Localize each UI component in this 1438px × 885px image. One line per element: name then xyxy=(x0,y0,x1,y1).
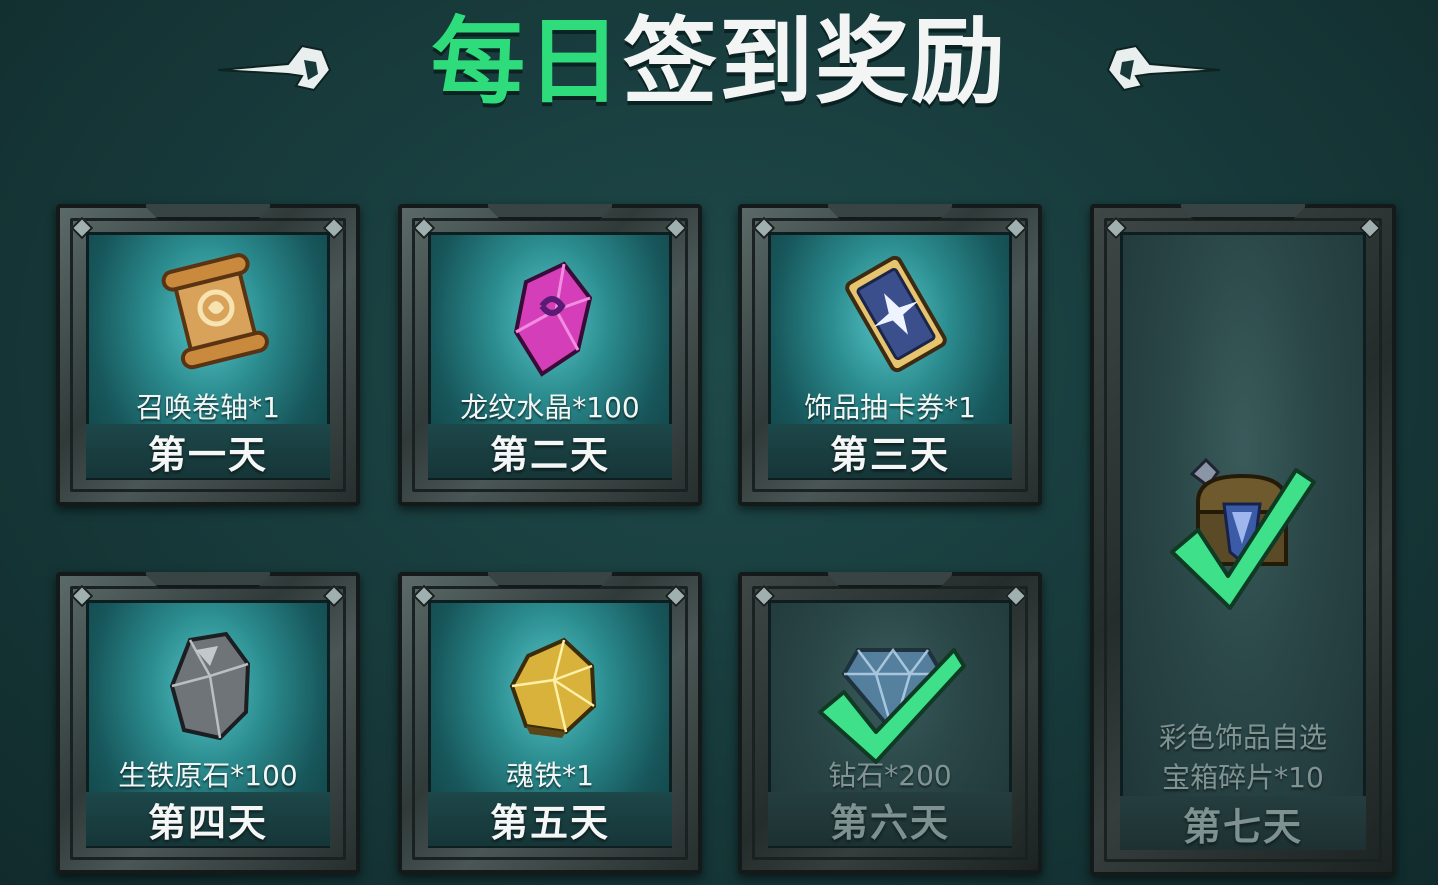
day-label: 第三天 xyxy=(829,432,950,477)
day-bar: 第二天 xyxy=(428,424,672,478)
day-bar: 第四天 xyxy=(86,792,330,846)
title-white-part: 签到奖励 xyxy=(623,8,1008,117)
reward-item-label-line1: 彩色饰品自选 xyxy=(1158,721,1327,754)
day-label: 第七天 xyxy=(1182,804,1303,849)
day-5-card[interactable]: 魂铁*1 第五天 xyxy=(398,572,702,874)
day-2-card[interactable]: 龙纹水晶*100 第二天 xyxy=(398,204,702,506)
reward-item-label: 魂铁*1 xyxy=(506,759,594,792)
purple-crystal-icon xyxy=(513,261,593,377)
day-bar: 第六天 xyxy=(768,792,1012,846)
reward-item-label: 召唤卷轴*1 xyxy=(136,391,280,424)
day-7-card[interactable]: 彩色饰品自选 宝箱碎片*10 第七天 xyxy=(1090,204,1396,876)
day-bar: 第一天 xyxy=(86,424,330,478)
day-label: 第六天 xyxy=(829,800,950,845)
day-label: 第五天 xyxy=(489,800,610,845)
reward-item-label-line2: 宝箱碎片*10 xyxy=(1162,761,1324,794)
title-green-part: 每日 xyxy=(430,8,623,117)
day-bar: 第三天 xyxy=(768,424,1012,478)
page-title: 每日 签到奖励 xyxy=(0,8,1438,118)
daily-checkin-panel: 每日 签到奖励 召唤卷轴*1 第一天 龙纹水晶*100 第二天 饰品抽卡券*1 … xyxy=(0,0,1438,885)
day-bar: 第七天 xyxy=(1120,796,1366,850)
right-wing-ornament xyxy=(1106,44,1220,92)
day-label: 第一天 xyxy=(147,432,268,477)
day-label: 第二天 xyxy=(489,432,610,477)
claimed-check-icon xyxy=(1170,468,1316,610)
reward-item-label: 饰品抽卡券*1 xyxy=(804,391,976,424)
ticket-icon xyxy=(845,255,947,373)
reward-item-label: 生铁原石*100 xyxy=(118,759,298,792)
reward-item-label: 龙纹水晶*100 xyxy=(460,391,640,424)
day-3-card[interactable]: 饰品抽卡券*1 第三天 xyxy=(738,204,1042,506)
day-bar: 第五天 xyxy=(428,792,672,846)
scroll-icon xyxy=(161,253,269,370)
gold-ore-icon xyxy=(509,637,597,738)
day-6-card[interactable]: 钻石*200 第六天 xyxy=(738,572,1042,874)
claimed-check-icon xyxy=(818,648,966,764)
day-1-card[interactable]: 召唤卷轴*1 第一天 xyxy=(56,204,360,506)
day-4-card[interactable]: 生铁原石*100 第四天 xyxy=(56,572,360,874)
iron-ore-icon xyxy=(169,631,251,741)
day-label: 第四天 xyxy=(147,800,268,845)
